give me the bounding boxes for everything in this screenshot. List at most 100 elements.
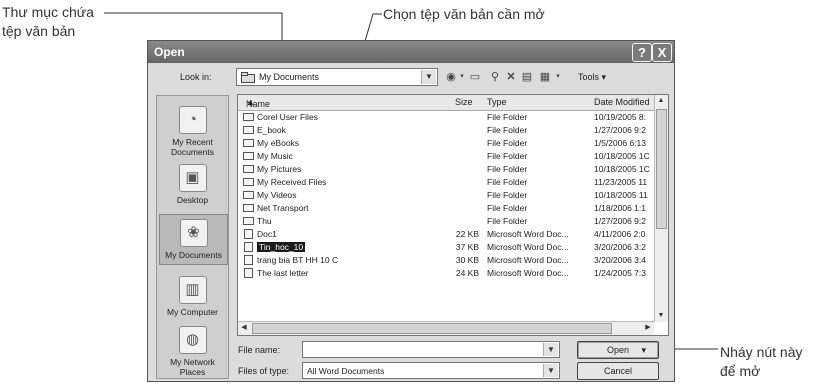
file-row[interactable]: My Videos File Folder 10/18/2005 11 [238,189,654,202]
file-row[interactable]: Tin_hoc_10 37 KB Microsoft Word Doc... 3/20… [238,241,654,254]
folder-icon [241,72,255,85]
file-type-cell: Microsoft Word Doc... [487,268,569,278]
annotation-open-line1: Nháy nút này [720,344,803,360]
chevron-down-icon[interactable]: ▼ [421,70,436,84]
file-date-cell: 10/18/2005 1C [594,164,650,174]
file-rows: Corel User Files File Folder 10/19/2005 8:… [238,111,654,280]
file-type-cell: Microsoft Word Doc... [487,255,569,265]
delete-icon[interactable]: ✕ [504,69,518,85]
file-name-cell: Tin_hoc_10 [257,242,306,252]
file-name-cell: Thu [257,216,272,226]
column-date-header[interactable]: Date Modified [594,97,650,107]
file-type-cell: Microsoft Word Doc... [487,242,569,252]
file-size-cell: 24 KB [455,268,479,278]
open-dialog: Open ? X Look in: My Documents ▼ ◉ ▾ ▭ ⚲… [147,40,675,382]
open-button[interactable]: Open ▾ [577,341,659,359]
file-name-cell: My eBooks [257,138,300,148]
chevron-down-icon[interactable]: ▼ [543,343,558,356]
file-type-cell: File Folder [487,112,528,122]
file-type-cell: File Folder [487,125,528,135]
look-in-label: Look in: [180,72,212,82]
file-date-cell: 10/19/2005 8: [594,112,646,122]
open-button-label: Open [606,345,630,355]
place-my-network-places[interactable]: ◍ My Network Places [159,326,226,377]
file-type-cell: Microsoft Word Doc... [487,229,569,239]
scroll-up-icon[interactable]: ▲ [655,95,667,107]
column-type-header[interactable]: Type [487,97,507,107]
file-row[interactable]: Doc1 22 KB Microsoft Word Doc... 4/11/2006 … [238,228,654,241]
file-list-header: Name ▲ Size Type Date Modified [238,95,654,111]
file-name-cell: Doc1 [257,229,277,239]
my-computer-icon: ▥ [178,276,207,304]
file-type-value: All Word Documents [307,366,385,376]
up-folder-icon[interactable]: ▭ [468,69,482,85]
title-bar[interactable]: Open ? X [148,41,674,63]
vertical-scroll-thumb[interactable] [656,109,667,229]
place-label: My Recent Documents [171,137,214,157]
file-date-cell: 10/18/2005 1C [594,151,650,161]
horizontal-scrollbar[interactable]: ◀ ▶ [238,321,654,335]
look-in-dropdown[interactable]: My Documents ▼ [236,68,438,86]
help-button[interactable]: ? [632,43,652,62]
file-date-cell: 10/18/2005 11 [594,190,648,200]
file-row[interactable]: Thu File Folder 1/27/2006 9:2 [238,215,654,228]
file-name-input[interactable]: ▼ [302,341,560,358]
file-type-dropdown[interactable]: All Word Documents ▼ [302,362,560,379]
chevron-down-icon[interactable]: ▼ [543,364,558,377]
file-row[interactable]: My Music File Folder 10/18/2005 1C [238,150,654,163]
file-row[interactable]: trang bia BT HH 10 C 30 KB Microsoft Word … [238,254,654,267]
music-folder-icon [243,152,254,160]
file-row[interactable]: My Received Files File Folder 11/23/2005 1… [238,176,654,189]
place-my-documents[interactable]: ❀ My Documents [159,214,228,265]
views-dropdown-icon[interactable]: ▾ [554,69,562,85]
file-size-cell: 30 KB [455,255,479,265]
look-in-value: My Documents [259,72,320,82]
file-size-cell: 37 KB [455,242,479,252]
file-name-cell: Net Transport [257,203,309,213]
folder-icon [243,217,254,225]
tools-menu[interactable]: Tools ▾ [578,72,606,83]
scroll-right-icon[interactable]: ▶ [642,322,654,334]
file-name-cell: Corel User Files [257,112,318,122]
file-row[interactable]: Corel User Files File Folder 10/19/2005 8: [238,111,654,124]
file-row[interactable]: Net Transport File Folder 1/18/2006 1:1 [238,202,654,215]
cancel-button[interactable]: Cancel [577,362,659,380]
column-size-header[interactable]: Size [455,97,473,107]
file-row[interactable]: The last letter 24 KB Microsoft Word Doc..… [238,267,654,280]
file-date-cell: 1/18/2006 1:1 [594,203,646,213]
file-date-cell: 1/27/2006 9:2 [594,216,646,226]
search-web-icon[interactable]: ⚲ [488,69,502,85]
file-date-cell: 3/20/2006 3:4 [594,255,646,265]
file-date-cell: 1/24/2005 7:3 [594,268,646,278]
scroll-left-icon[interactable]: ◀ [238,322,250,334]
my-documents-icon: ❀ [179,219,208,247]
file-row[interactable]: My eBooks File Folder 1/5/2006 6:13 [238,137,654,150]
views-icon[interactable]: ▦ [538,69,552,85]
open-dropdown-icon[interactable]: ▾ [641,342,646,358]
annotation-folder: Thư mục chứa tệp văn bản [2,3,94,41]
file-row[interactable]: E_book File Folder 1/27/2006 9:2 [238,124,654,137]
file-date-cell: 1/27/2006 9:2 [594,125,646,135]
place-desktop[interactable]: ▣ Desktop [159,164,226,205]
file-date-cell: 4/11/2006 2:0 [594,229,646,239]
annotation-open-button: Nháy nút này để mở [720,343,803,381]
scroll-down-icon[interactable]: ▼ [655,310,667,322]
file-type-cell: File Folder [487,203,528,213]
place-my-computer[interactable]: ▥ My Computer [159,276,226,317]
column-name-header[interactable]: Name ▲ [246,97,270,109]
close-button[interactable]: X [652,43,672,62]
word-document-icon [244,229,253,239]
back-icon[interactable]: ◉ [444,69,458,85]
horizontal-scroll-thumb[interactable] [252,323,612,334]
new-folder-icon[interactable]: ▤ [520,69,534,85]
file-row[interactable]: My Pictures File Folder 10/18/2005 1C [238,163,654,176]
file-name-cell: My Music [257,151,293,161]
place-my-recent-documents[interactable]: ◔ My Recent Documents [159,106,226,157]
vertical-scrollbar[interactable]: ▲ ▼ [654,95,668,322]
back-dropdown-icon[interactable]: ▾ [458,69,466,85]
file-name-cell: My Videos [257,190,297,200]
file-type-cell: File Folder [487,151,528,161]
file-list: Name ▲ Size Type Date Modified Corel Use… [237,94,669,336]
annotation-select-file: Chọn tệp văn bản cần mở [383,6,545,22]
file-type-cell: File Folder [487,216,528,226]
